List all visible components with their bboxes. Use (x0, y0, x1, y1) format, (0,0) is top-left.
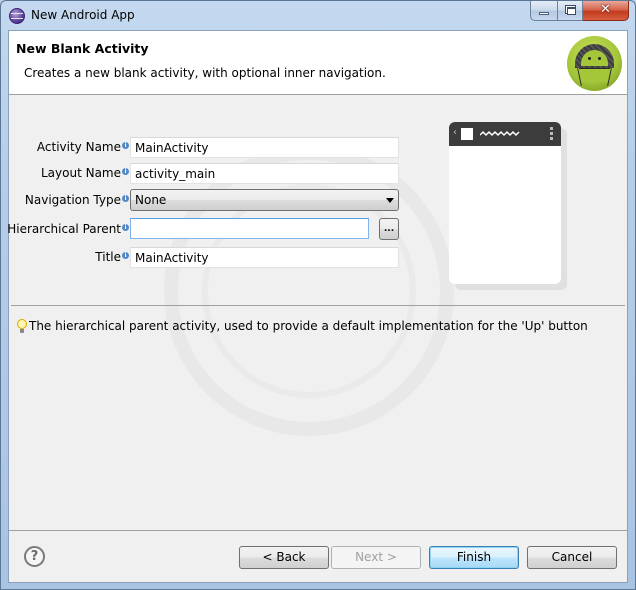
navigation-type-select[interactable]: None (130, 189, 399, 211)
next-button[interactable]: Next > (331, 546, 421, 569)
help-button[interactable]: ? (24, 546, 45, 567)
info-icon[interactable]: i (122, 142, 129, 149)
hierarchical-parent-label: Hierarchical Parent i (7, 222, 129, 236)
info-icon[interactable]: i (122, 224, 129, 231)
info-icon[interactable]: i (122, 195, 129, 202)
activity-name-label-wrap: Activity Name i (9, 137, 129, 159)
window-title: New Android App (31, 8, 135, 22)
title-input[interactable] (130, 247, 399, 268)
hint-message: The hierarchical parent activity, used t… (17, 319, 588, 333)
app-icon-placeholder (461, 128, 473, 140)
title-label: Title i (95, 250, 129, 264)
page-title: New Blank Activity (16, 41, 149, 56)
info-icon[interactable]: i (122, 168, 129, 175)
browse-parent-button[interactable]: ... (379, 218, 399, 240)
cancel-button[interactable]: Cancel (527, 546, 617, 569)
close-icon: ✕ (600, 2, 611, 17)
maximize-button[interactable] (557, 1, 583, 21)
title-label-wrap: Title i (9, 247, 129, 269)
layout-name-input[interactable] (130, 163, 399, 184)
title-placeholder-icon (480, 130, 520, 137)
minimize-icon (539, 12, 549, 15)
close-button[interactable]: ✕ (583, 1, 629, 21)
layout-name-label: Layout Name i (41, 166, 129, 180)
title-bar[interactable]: New Android App ✕ (1, 1, 635, 30)
overflow-menu-icon (550, 127, 553, 142)
new-android-app-dialog: New Android App ✕ New Blank Activity Cre… (0, 0, 636, 590)
activity-preview: ‹ (449, 122, 567, 290)
navigation-type-label: Navigation Type i (25, 193, 129, 207)
lightbulb-icon (17, 319, 27, 333)
hint-text: The hierarchical parent activity, used t… (29, 319, 588, 333)
layout-name-label-wrap: Layout Name i (9, 163, 129, 185)
window-controls: ✕ (530, 1, 629, 21)
maximize-icon (565, 5, 576, 15)
chevron-down-icon (386, 198, 394, 203)
minimize-button[interactable] (530, 1, 557, 21)
wizard-header: New Blank Activity Creates a new blank a… (9, 31, 627, 95)
activity-name-label: Activity Name i (37, 140, 129, 154)
info-icon[interactable]: i (122, 252, 129, 259)
back-button[interactable]: < Back (239, 546, 329, 569)
up-caret-icon: ‹ (453, 127, 457, 138)
divider (11, 305, 625, 306)
eclipse-icon (9, 8, 25, 24)
dialog-content: New Blank Activity Creates a new blank a… (7, 30, 628, 583)
android-logo-icon (567, 36, 622, 91)
page-description: Creates a new blank activity, with optio… (24, 66, 386, 80)
navigation-type-value: None (135, 193, 167, 207)
preview-action-bar: ‹ (449, 122, 561, 146)
preview-screen: ‹ (449, 122, 561, 284)
footer-divider (9, 530, 627, 531)
finish-button[interactable]: Finish (429, 546, 519, 569)
hierarchical-parent-label-wrap: Hierarchical Parent i (7, 219, 129, 241)
hierarchical-parent-input[interactable] (130, 218, 369, 239)
navigation-type-label-wrap: Navigation Type i (9, 190, 129, 212)
activity-name-input[interactable] (130, 137, 399, 158)
